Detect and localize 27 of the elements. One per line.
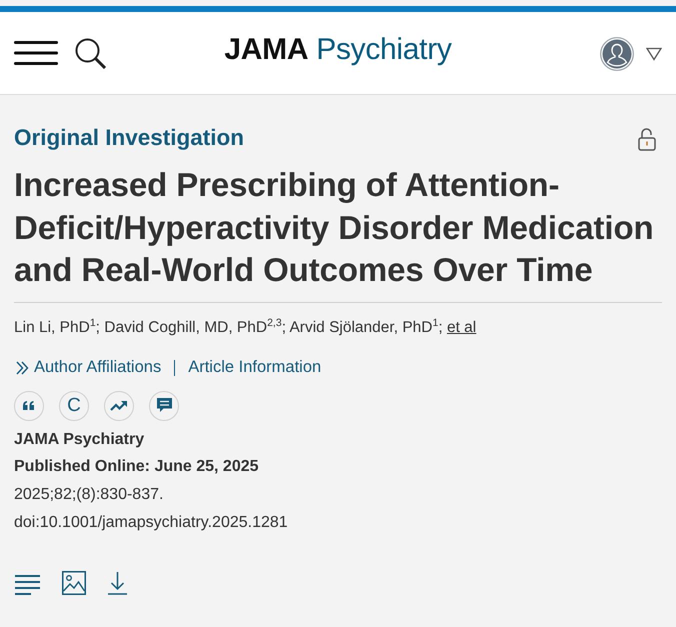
journal-logo[interactable]: JAMA Psychiatry — [224, 33, 452, 73]
caret-icon[interactable] — [646, 47, 662, 61]
speech-bubble-icon — [156, 398, 172, 413]
open-padlock-icon — [638, 127, 656, 151]
article-title: Increased Prescribing of Attention-Deficit/Hyperactivity Disorder Medication and Real-World Outcomes Over Time — [14, 165, 655, 290]
article-info-link[interactable]: Author Affiliations — [34, 358, 162, 377]
search-icon[interactable] — [75, 38, 106, 68]
article-info-link[interactable]: Article Information — [188, 358, 322, 377]
double-chevron-icon — [16, 360, 29, 374]
doi-text: doi:10.1001/jamapsychiatry.2025.1281 — [14, 512, 289, 533]
trend-arrow-icon — [110, 400, 128, 411]
menu-icon[interactable] — [14, 41, 58, 65]
c-button[interactable]: C — [59, 390, 89, 420]
comment-button[interactable] — [149, 390, 179, 420]
download-icon[interactable] — [108, 572, 127, 596]
author-list: Lin Li, PhD$^{1}$; David Coghill, MD, PhD$^{2,3}$; Arvid Sjölander, PhD$^{1}$; et al — [14, 316, 662, 338]
journal-name: JAMA Psychiatry — [14, 430, 146, 450]
et-al-link[interactable]: et al — [446, 318, 476, 336]
user-avatar-icon[interactable] — [600, 37, 634, 71]
quote-icon — [23, 401, 35, 410]
image-icon[interactable] — [62, 571, 86, 596]
quote-button[interactable] — [14, 390, 44, 420]
trend-button[interactable] — [104, 390, 134, 420]
citation-text: 2025;82;(8):830-837. — [14, 484, 164, 505]
article-type-label: Original Investigation — [14, 124, 244, 152]
text-lines-icon[interactable] — [15, 575, 40, 596]
publication-date: Published Online: June 25, 2025 — [14, 457, 260, 478]
